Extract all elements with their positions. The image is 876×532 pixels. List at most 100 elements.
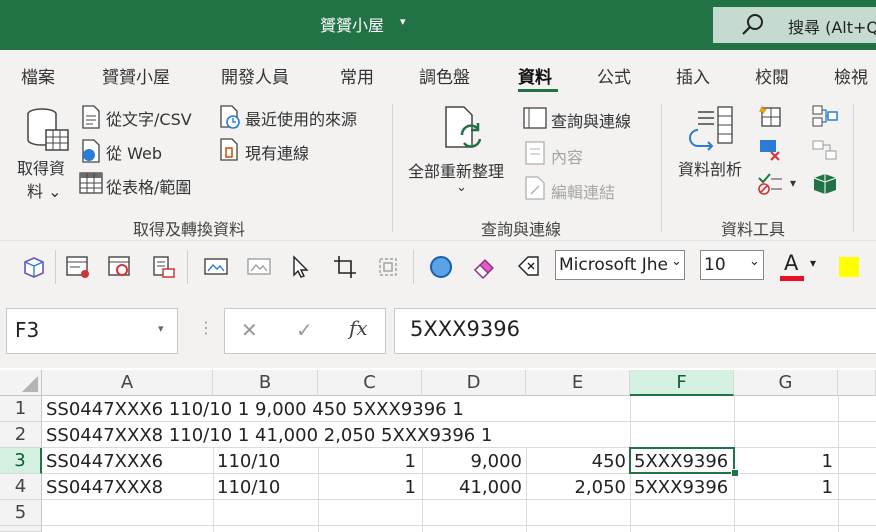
font-color-icon[interactable]: A [784, 251, 798, 275]
drag-handle-icon[interactable]: ⋮ [198, 318, 215, 337]
cell-a3[interactable]: SS0447XXX6 [46, 451, 163, 472]
column-header-d[interactable]: D [422, 370, 526, 396]
cell-b4[interactable]: 110/10 [217, 477, 280, 498]
chevron-down-icon[interactable]: ⌄ [671, 254, 682, 269]
picture-disabled-icon[interactable] [246, 254, 272, 280]
gridline [42, 499, 876, 500]
row-header-3[interactable]: 3 [0, 448, 42, 474]
fill-handle[interactable] [731, 469, 739, 477]
eraser-icon[interactable] [471, 254, 497, 280]
font-name-value[interactable]: Microsoft Jhe [559, 255, 669, 275]
select-objects-icon[interactable] [375, 254, 401, 280]
search-icon [742, 14, 763, 35]
tab-formulas[interactable]: 公式 [597, 63, 631, 88]
existing-connections-button[interactable]: 現有連線 [245, 140, 309, 164]
existing-connections-icon [220, 138, 238, 161]
tab-custom[interactable]: 贇贇小屋 [102, 63, 170, 88]
get-data-label[interactable]: 取得資 [17, 155, 65, 179]
ribbon-separator [853, 104, 854, 232]
remove-duplicates-icon[interactable] [758, 138, 782, 162]
cell-g4[interactable]: 1 [734, 477, 833, 498]
select-all-icon [22, 376, 38, 392]
cell-c4[interactable]: 1 [318, 477, 416, 498]
refresh-all-button[interactable]: 全部重新整理 [408, 158, 504, 182]
print-icon[interactable] [151, 254, 177, 280]
gridline [42, 421, 876, 422]
formula-value[interactable]: 5XXX9396 [410, 317, 520, 341]
cell-c3[interactable]: 1 [318, 451, 416, 472]
tab-review[interactable]: 校閱 [755, 63, 789, 88]
crop-icon[interactable] [332, 254, 358, 280]
column-header-g[interactable]: G [734, 370, 838, 396]
row-header-6[interactable] [0, 526, 42, 532]
ribbon-separator [661, 104, 662, 232]
data-validation-icon[interactable] [756, 172, 784, 196]
screenshot-icon[interactable] [203, 254, 229, 280]
toolbar-separator [413, 250, 414, 284]
column-header-f[interactable]: F [630, 370, 734, 396]
refresh-all-dropdown-icon[interactable]: ⌄ [456, 180, 467, 195]
data-model-icon[interactable] [812, 172, 838, 196]
name-box-dropdown-icon[interactable]: ▾ [158, 322, 164, 335]
recent-sources-button[interactable]: 最近使用的來源 [245, 106, 357, 130]
column-header-b[interactable]: B [213, 370, 318, 396]
font-color-dropdown-icon[interactable]: ▾ [810, 256, 816, 270]
record-macro-icon[interactable] [107, 254, 133, 280]
text-to-columns-button[interactable]: 資料剖析 [678, 156, 742, 180]
tab-developer[interactable]: 開發人員 [221, 63, 289, 88]
tab-insert[interactable]: 插入 [676, 63, 710, 88]
from-text-csv-button[interactable]: 從文字/CSV [106, 106, 192, 130]
row-header-1[interactable]: 1 [0, 396, 42, 422]
cell-a2[interactable]: SS0447XXX8 110/10 1 41,000 2,050 5XXX939… [46, 425, 492, 446]
title-dropdown-icon[interactable]: ▾ [400, 15, 406, 28]
gridline [42, 447, 876, 448]
insert-function-icon[interactable]: fx [349, 316, 368, 340]
relationships-icon[interactable] [812, 138, 838, 162]
group-label-data-tools: 資料工具 [721, 220, 786, 239]
workbook-title[interactable]: 贇贇小屋 [320, 12, 384, 36]
data-validation-dropdown-icon[interactable]: ▾ [790, 176, 796, 190]
column-header-c[interactable]: C [318, 370, 422, 396]
consolidate-icon[interactable] [812, 104, 838, 128]
tab-data[interactable]: 資料 [518, 63, 552, 88]
circle-shape-icon[interactable] [428, 254, 454, 280]
cell-a1[interactable]: SS0447XXX6 110/10 1 9,000 450 5XXX9396 1 [46, 399, 464, 420]
tab-home[interactable]: 常用 [340, 63, 374, 88]
search-placeholder[interactable]: 搜尋 (Alt+Q) [788, 14, 876, 38]
flash-fill-icon[interactable] [758, 104, 782, 128]
cell-b3[interactable]: 110/10 [217, 451, 280, 472]
font-color-swatch[interactable] [780, 276, 804, 281]
row-header-4[interactable]: 4 [0, 474, 42, 500]
fill-color-swatch[interactable] [839, 257, 859, 277]
from-web-button[interactable]: 從 Web [106, 140, 162, 164]
row-header-5[interactable]: 5 [0, 500, 42, 526]
column-header-e[interactable]: E [526, 370, 630, 396]
cell-g3[interactable]: 1 [734, 451, 833, 472]
tab-palette[interactable]: 調色盤 [419, 63, 470, 88]
font-size-value[interactable]: 10 [704, 255, 726, 275]
box-icon[interactable] [21, 254, 47, 280]
properties-button[interactable]: 內容 [551, 144, 583, 168]
cell-d4[interactable]: 41,000 [422, 477, 522, 498]
cell-a4[interactable]: SS0447XXX8 [46, 477, 163, 498]
row-header-2[interactable]: 2 [0, 422, 42, 448]
column-header-h[interactable] [838, 370, 876, 396]
from-table-range-button[interactable]: 從表格/範圍 [106, 174, 191, 198]
cell-f4[interactable]: 5XXX9396 [634, 477, 728, 498]
queries-connections-button[interactable]: 查詢與連線 [551, 108, 631, 132]
enter-icon[interactable]: ✓ [296, 318, 313, 342]
cell-d3[interactable]: 9,000 [422, 451, 522, 472]
select-pointer-icon[interactable] [288, 254, 314, 280]
chevron-down-icon[interactable]: ⌄ [749, 254, 760, 269]
tab-file[interactable]: 檔案 [21, 63, 55, 88]
edit-links-button[interactable]: 編輯連結 [551, 179, 615, 203]
cell-e4[interactable]: 2,050 [526, 477, 626, 498]
clear-format-icon[interactable] [514, 254, 540, 280]
form-icon[interactable] [65, 254, 91, 280]
tab-view[interactable]: 檢視 [834, 63, 868, 88]
cancel-icon[interactable]: ✕ [241, 318, 258, 342]
cell-e3[interactable]: 450 [526, 451, 626, 472]
column-header-a[interactable]: A [42, 370, 213, 396]
get-data-dropdown[interactable]: 料 ⌄ [27, 178, 62, 202]
name-box-value[interactable]: F3 [15, 318, 39, 342]
